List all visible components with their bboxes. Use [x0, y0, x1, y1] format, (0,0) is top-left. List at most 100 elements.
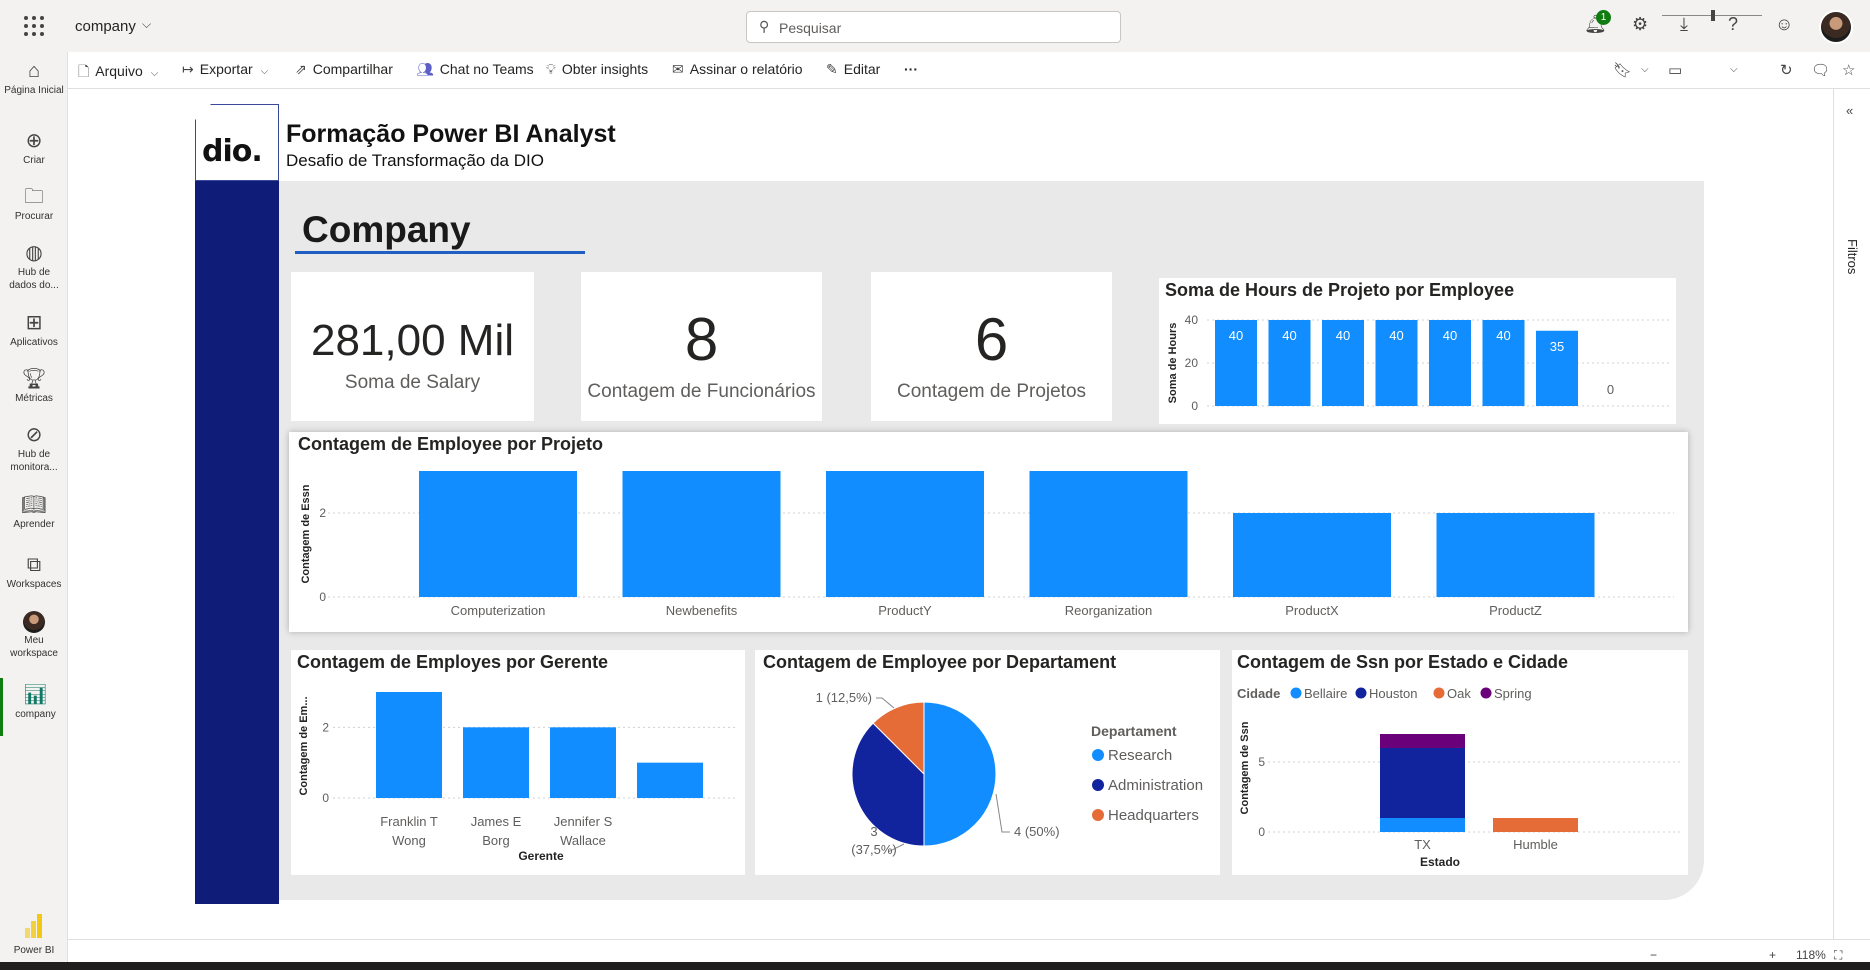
nav-data-hub[interactable]: ◍ Hub de dados do...	[0, 240, 68, 292]
page-heading-underline	[295, 251, 585, 254]
brand-label: Power BI	[13, 945, 55, 956]
download-icon[interactable]: ⤓	[1680, 14, 1688, 35]
chevron-down-icon[interactable]: ⌵	[142, 17, 151, 32]
logo-notch	[195, 104, 211, 120]
comment-icon[interactable]: 🗨︎	[1811, 61, 1830, 79]
nav-create[interactable]: ⊕ Criar	[0, 128, 68, 167]
search-icon: ⚲	[759, 18, 770, 34]
nav-label: Hub de dados do...	[9, 267, 59, 291]
help-icon[interactable]: ?	[1728, 14, 1738, 35]
data-label: 40	[1229, 328, 1243, 343]
chart-ssn-by-state-city[interactable]: Contagem de Ssn por Estado e Cidade Cida…	[1232, 650, 1688, 875]
nav-browse[interactable]: 🗀︎ Procurar	[0, 184, 68, 223]
refresh-icon[interactable]: ↻	[1780, 61, 1793, 79]
file-label: Arquivo	[95, 63, 143, 79]
legend-marker	[1092, 749, 1104, 761]
chevron-down-icon[interactable]: ⌵	[1730, 64, 1738, 75]
legend-marker	[1092, 809, 1104, 821]
y-axis-label: Contagem de Em...	[298, 696, 310, 795]
nav-label: Meu workspace	[10, 635, 58, 659]
nav-apps[interactable]: ⊞ Aplicativos	[0, 310, 68, 349]
leader-line	[995, 793, 1010, 833]
filters-label: Filtros	[1845, 239, 1860, 275]
more-options-button[interactable]: ···	[904, 61, 918, 77]
x-tick-label: Wallace	[560, 833, 606, 848]
legend-label: Spring	[1494, 686, 1532, 701]
export-label: Exportar	[199, 61, 253, 77]
chart-employee-by-department[interactable]: Contagem de Employee por Departament 4 (…	[755, 650, 1220, 875]
chart-employee-by-project[interactable]: Contagem de Employee por Projeto 0 2 Conta…	[289, 432, 1688, 632]
share-label: Compartilhar	[312, 61, 393, 77]
view-icon[interactable]: ▭	[1668, 61, 1682, 79]
search-input[interactable]: ⚲ Pesquisar	[746, 11, 1121, 43]
slice-label: (37,5%)	[851, 842, 897, 857]
nav-label: Página Inicial	[4, 85, 64, 96]
nav-label: Procurar	[14, 211, 54, 222]
nav-learn[interactable]: 📖︎ Aprender	[0, 492, 68, 531]
nav-workspaces[interactable]: ⧉ Workspaces	[0, 552, 68, 591]
chart-hours-by-employee[interactable]: Soma de Hours de Projeto por Employee 02…	[1159, 278, 1676, 424]
bar	[376, 692, 442, 798]
x-tick-label: Humble	[1513, 837, 1558, 852]
zoom-level[interactable]: 118%	[1796, 948, 1826, 962]
legend-marker	[1355, 687, 1367, 699]
kpi-value: 8	[684, 306, 719, 373]
bar	[419, 471, 577, 597]
nav-monitoring[interactable]: ⊘ Hub de monitora...	[0, 422, 68, 474]
kpi-value: 6	[974, 306, 1009, 373]
workspace-name[interactable]: company	[75, 18, 136, 35]
gear-icon[interactable]: ⚙	[1632, 14, 1648, 35]
share-button[interactable]: ⇗ Compartilhar	[295, 61, 393, 78]
nav-my-workspace[interactable]: Meu workspace	[0, 608, 68, 660]
x-tick-label: Reorganization	[1065, 603, 1152, 618]
nav-company-report[interactable]: 📊︎ company	[0, 678, 68, 736]
data-label: 40	[1336, 328, 1350, 343]
export-menu-button[interactable]: ↦ Exportar ⌵	[182, 61, 268, 78]
file-menu-button[interactable]: 🗋 Arquivo ⌵	[78, 61, 158, 85]
collapse-chevron-icon[interactable]: «	[1846, 103, 1853, 118]
x-tick-label: Borg	[482, 833, 509, 848]
bookmark-icon[interactable]: 🔖︎	[1613, 61, 1632, 79]
state-city-chart-svg: Cidade Bellaire Houston Oak Spring 0 5 Contagem…	[1237, 686, 1680, 869]
kpi-card-projects[interactable]: 6 Contagem de Projetos	[871, 272, 1112, 421]
zoom-in-button[interactable]: +	[1769, 948, 1776, 962]
power-bi-brand[interactable]: Power BI	[0, 914, 68, 957]
subscribe-button[interactable]: ✉ Assinar o relatório	[672, 61, 803, 78]
x-tick-label: ProductZ	[1489, 603, 1542, 618]
kpi-label: Soma de Salary	[344, 372, 481, 393]
bar	[1029, 471, 1188, 597]
legend-marker	[1092, 779, 1104, 791]
zoom-slider-thumb[interactable]	[1711, 10, 1715, 21]
chevron-down-icon[interactable]: ⌵	[1641, 64, 1649, 75]
window-bottom-edge	[0, 962, 1870, 970]
zoom-out-button[interactable]: −	[1650, 948, 1657, 962]
user-avatar[interactable]	[1819, 10, 1853, 44]
leader-line	[876, 697, 895, 709]
kpi-label: Contagem de Projetos	[896, 381, 1087, 402]
kpi-card-salary[interactable]: 281,00 Mil Soma de Salary	[291, 272, 534, 421]
edit-button[interactable]: ✎ Editar	[826, 61, 880, 78]
kpi-card-employees[interactable]: 8 Contagem de Funcionários	[581, 272, 822, 421]
feedback-smiley-icon[interactable]: ☺	[1775, 14, 1793, 35]
x-tick-label: Computerization	[451, 603, 546, 618]
nav-label: Métricas	[15, 393, 53, 404]
chart-employees-by-manager[interactable]: Contagem de Employes por Gerente 0 2 Conta…	[291, 650, 745, 875]
teams-chat-button[interactable]: 👥︎ Chat no Teams	[416, 61, 534, 78]
x-tick-label: Jennifer S	[554, 814, 613, 829]
fit-page-icon[interactable]: ⛶	[1834, 948, 1842, 963]
insights-button[interactable]: 💡︎ Obter insights	[546, 61, 648, 78]
filters-pane[interactable]: « Filtros	[1833, 89, 1870, 939]
nav-label: Aprender	[13, 519, 55, 530]
chevron-down-icon: ⌵	[260, 66, 269, 77]
app-launcher-icon[interactable]	[24, 16, 44, 36]
home-icon: ⌂	[27, 60, 41, 82]
favorite-star-icon[interactable]: ☆	[1842, 61, 1855, 79]
legend-label: Houston	[1369, 686, 1417, 701]
book-icon: 📖︎	[21, 494, 47, 516]
legend-label: Oak	[1447, 686, 1471, 701]
apps-icon: ⊞	[25, 312, 43, 334]
avatar	[0, 608, 68, 634]
nav-home[interactable]: ⌂ Página Inicial	[0, 58, 68, 97]
nav-metrics[interactable]: 🏆︎ Métricas	[0, 366, 68, 405]
nav-label: Workspaces	[6, 579, 62, 590]
